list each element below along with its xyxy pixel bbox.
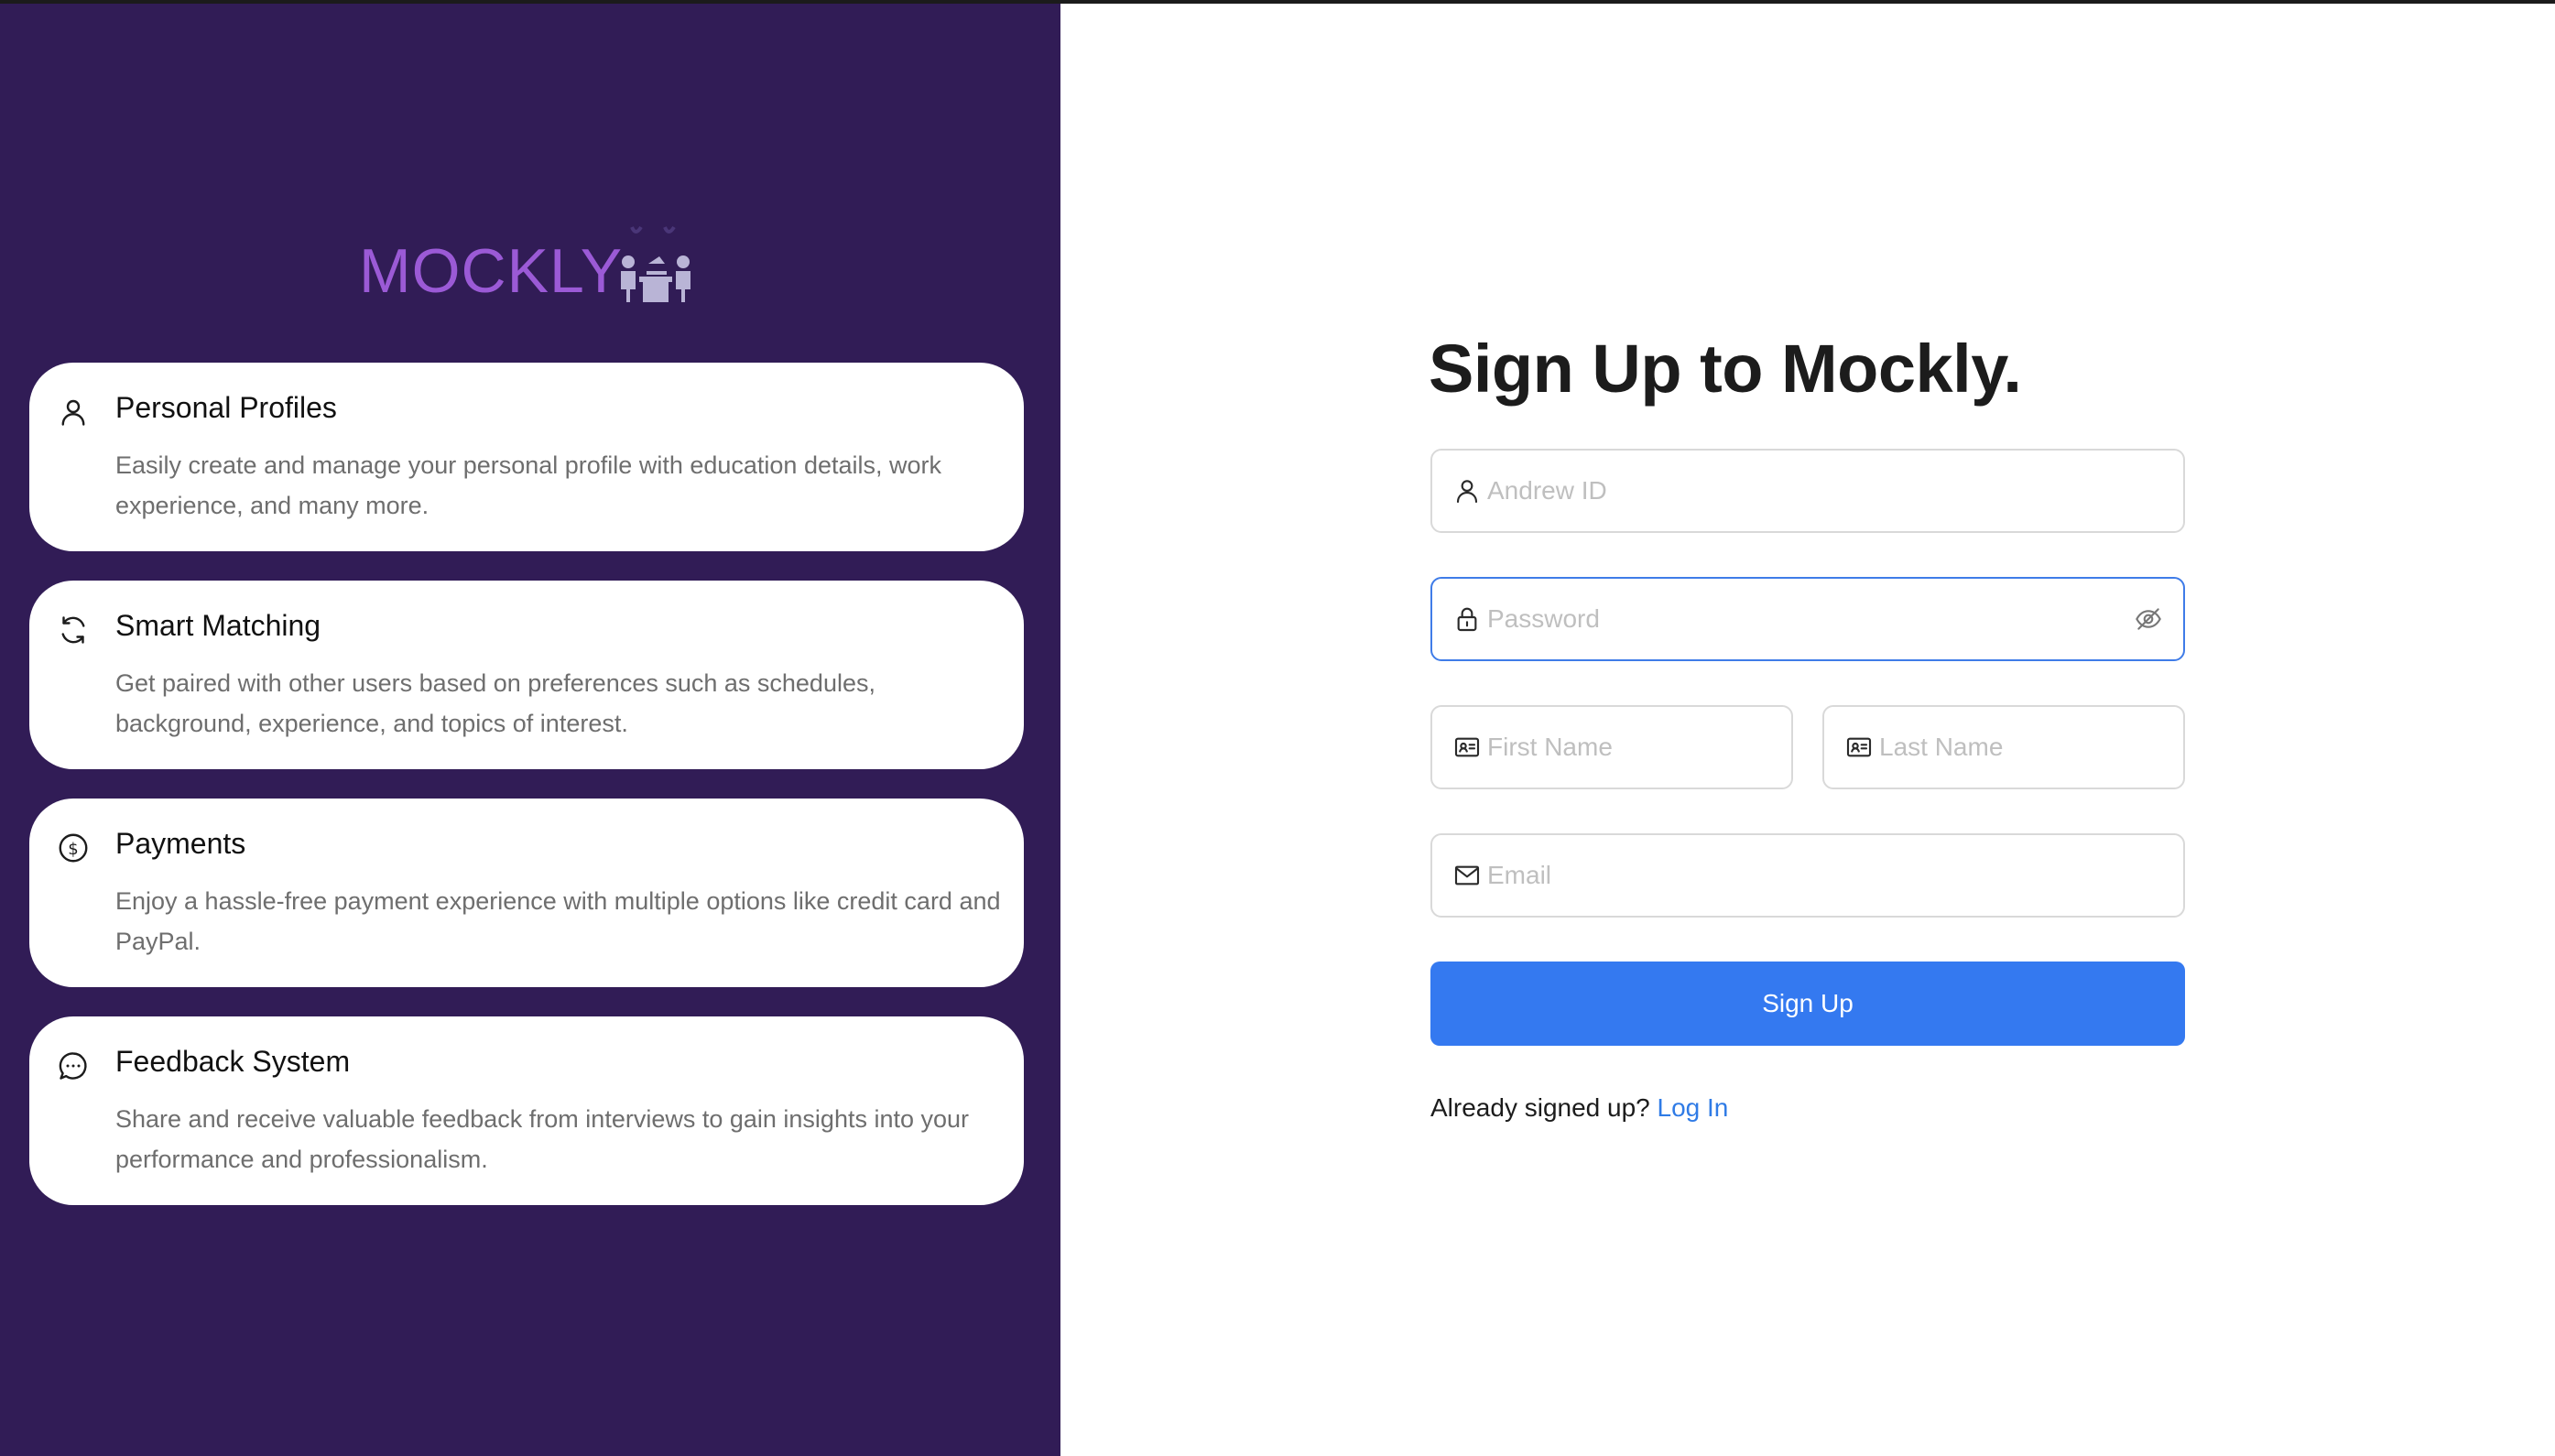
feature-card-payments: $ Payments Enjoy a hassle-free payment e…	[29, 799, 1024, 987]
password-input[interactable]	[1487, 579, 2119, 659]
feature-description: Share and receive valuable feedback from…	[115, 1105, 970, 1173]
login-prompt-row: Already signed up? Log In	[1430, 1093, 1728, 1123]
password-field[interactable]	[1430, 577, 2185, 661]
feature-card-personal-profiles: Personal Profiles Easily create and mana…	[29, 363, 1024, 551]
id-card-icon	[1846, 737, 1872, 757]
last-name-input[interactable]	[1879, 707, 2169, 788]
lock-icon	[1457, 607, 1477, 632]
feature-description: Easily create and manage your personal p…	[115, 451, 941, 519]
email-field[interactable]	[1430, 833, 2185, 918]
mockly-logo: MOCKLY	[359, 223, 700, 315]
log-in-link[interactable]: Log In	[1658, 1093, 1729, 1122]
feature-description: Enjoy a hassle-free payment experience w…	[115, 887, 1001, 955]
first-name-field[interactable]	[1430, 705, 1793, 789]
feature-title: Smart Matching	[115, 609, 321, 642]
login-prompt-text: Already signed up?	[1430, 1093, 1650, 1122]
sign-up-button[interactable]: Sign Up	[1430, 962, 2185, 1046]
svg-text:$: $	[68, 840, 78, 859]
feature-title: Payments	[115, 827, 246, 860]
feature-title: Personal Profiles	[115, 391, 337, 424]
andrew-id-input[interactable]	[1487, 451, 2119, 531]
refresh-icon	[61, 616, 85, 644]
user-icon	[61, 399, 85, 426]
interview-people-icon	[621, 225, 690, 302]
eye-off-icon[interactable]	[2134, 604, 2163, 634]
page-title: Sign Up to Mockly.	[1429, 331, 2022, 407]
feature-panel: MOCKLY Personal Profiles Easily create a…	[0, 4, 1060, 1456]
feature-card-feedback-system: Feedback System Share and receive valuab…	[29, 1016, 1024, 1205]
feature-title: Feedback System	[115, 1045, 351, 1078]
email-input[interactable]	[1487, 835, 2119, 916]
feature-card-smart-matching: Smart Matching Get paired with other use…	[29, 581, 1024, 769]
chat-bubble-icon	[59, 1052, 87, 1080]
id-card-icon	[1454, 737, 1480, 757]
mail-icon	[1454, 865, 1480, 886]
andrew-id-field[interactable]	[1430, 449, 2185, 533]
feature-description: Get paired with other users based on pre…	[115, 669, 875, 737]
user-icon	[1456, 480, 1478, 504]
last-name-field[interactable]	[1822, 705, 2185, 789]
dollar-circle-icon: $	[59, 833, 88, 863]
logo-wordmark: MOCKLY	[359, 236, 624, 306]
first-name-input[interactable]	[1487, 707, 1777, 788]
